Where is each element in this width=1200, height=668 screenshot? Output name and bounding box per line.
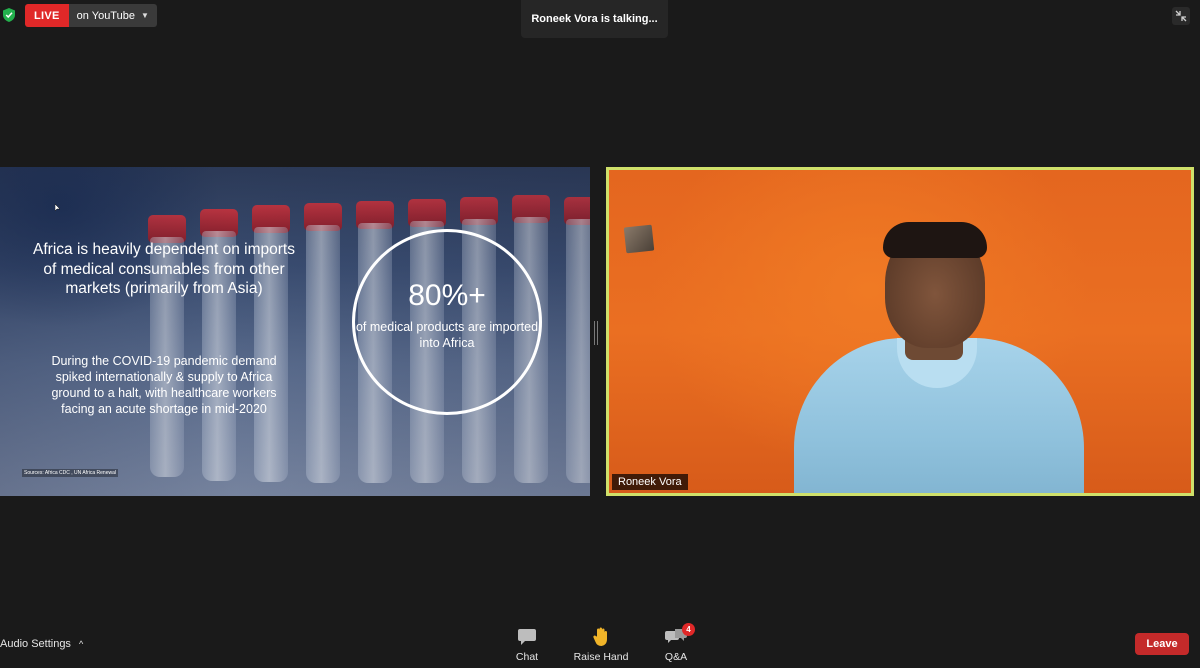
live-platform-label: on YouTube	[76, 9, 135, 22]
slide-source-note: Sources: Africa CDC , UN Africa Renewal	[22, 469, 118, 477]
stat-callout-circle: 80%+ of medical products are imported in…	[352, 229, 542, 415]
speaker-video-tile[interactable]: Roneek Vora	[606, 167, 1194, 496]
qa-button[interactable]: 4 Q&A	[646, 623, 706, 663]
live-badge: LIVE	[25, 4, 69, 27]
stat-value: 80%+	[408, 279, 486, 312]
active-speaker-banner: Roneek Vora is talking...	[521, 0, 668, 38]
chat-button[interactable]: Chat	[497, 626, 557, 663]
slide-body-text: During the COVID-19 pandemic demand spik…	[51, 354, 277, 416]
chat-label: Chat	[515, 651, 539, 663]
qa-count-badge: 4	[682, 623, 695, 636]
raise-hand-icon	[592, 626, 610, 648]
raise-hand-button[interactable]: Raise Hand	[571, 626, 631, 663]
live-platform-dropdown[interactable]: on YouTube ▼	[68, 4, 157, 27]
live-stream-indicator[interactable]: LIVE on YouTube ▼	[25, 4, 157, 27]
audio-settings-label: Audio Settings	[0, 638, 71, 650]
security-shield-icon[interactable]	[3, 8, 15, 22]
slide-heading: Africa is heavily dependent on imports o…	[33, 241, 295, 297]
participant-name-label: Roneek Vora	[612, 474, 688, 490]
raise-hand-label: Raise Hand	[573, 651, 629, 663]
shared-screen-slide: Africa is heavily dependent on imports o…	[0, 167, 590, 496]
exit-fullscreen-button[interactable]	[1172, 7, 1190, 25]
exit-fullscreen-icon	[1175, 10, 1187, 22]
caret-down-icon: ▼	[140, 11, 149, 20]
qa-label: Q&A	[664, 651, 688, 663]
leave-button[interactable]: Leave	[1135, 633, 1189, 655]
active-speaker-text: Roneek Vora is talking...	[531, 13, 658, 25]
chevron-up-icon: ^	[78, 639, 84, 649]
wall-switch	[623, 224, 655, 254]
stat-description: of medical products are imported into Af…	[355, 320, 539, 350]
mouse-cursor-icon	[55, 204, 60, 212]
view-splitter-handle[interactable]	[594, 321, 598, 345]
chat-icon	[517, 626, 537, 648]
audio-settings-button[interactable]: Audio Settings ^	[0, 638, 83, 650]
